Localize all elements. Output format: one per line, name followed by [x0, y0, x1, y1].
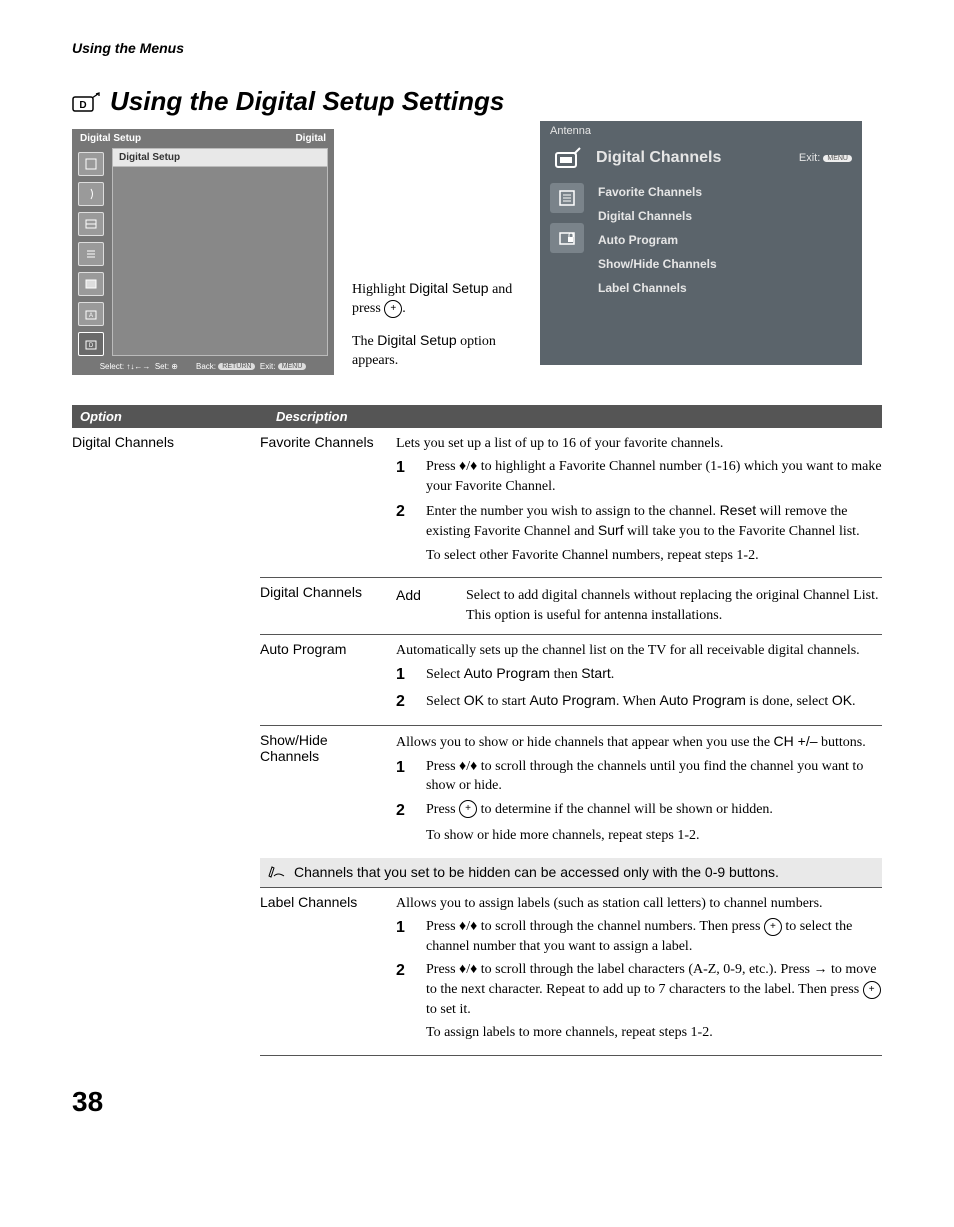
osd-nav-icon-6: A: [78, 302, 104, 326]
osd-side-lock-icon: [550, 223, 584, 253]
osd-right-exit: Exit: MENU: [799, 152, 852, 164]
osd-menu-item: Favorite Channels: [598, 185, 852, 199]
osd-menu-item: Label Channels: [598, 281, 852, 295]
osd-nav-icon-1: [78, 152, 104, 176]
osd-menu-item: Auto Program: [598, 233, 852, 247]
sub-option-label: Favorite Channels: [260, 434, 396, 570]
sub-option-label: Label Channels: [260, 894, 396, 1047]
sub-option-body: Allows you to assign labels (such as sta…: [396, 894, 882, 1047]
sub-option-label: Auto Program: [260, 641, 396, 717]
osd-antenna-panel: Antenna Digital Channels Exit: MENU Favo…: [540, 121, 862, 365]
table-header: Option Description: [72, 405, 882, 428]
sub-option-body: Add Select to add digital channels witho…: [396, 584, 882, 625]
digital-setup-title-icon: D: [72, 92, 100, 112]
page-number: 38: [72, 1086, 882, 1118]
osd-footer-back: Back: RETURN Exit: MENU: [196, 362, 306, 371]
th-description: Description: [268, 405, 882, 428]
enter-icon: [459, 800, 477, 818]
osd-left-title: Digital Setup: [80, 133, 141, 144]
option-cell: Digital Channels: [72, 428, 260, 1056]
osd-nav-icon-digital: D: [78, 332, 104, 356]
osd-menu-item: Digital Channels: [598, 209, 852, 223]
tv-antenna-icon: [550, 143, 584, 173]
note-row: Channels that you set to be hidden can b…: [260, 858, 882, 888]
pencil-note-icon: [268, 864, 286, 881]
osd-selected-row: Digital Setup: [113, 149, 327, 167]
svg-text:D: D: [79, 100, 86, 111]
page-title: Using the Digital Setup Settings: [110, 86, 504, 117]
enter-icon: [863, 981, 881, 999]
osd-left-subtitle: Digital: [295, 133, 326, 144]
osd-nav-icon-5: [78, 272, 104, 296]
sub-option-body: Allows you to show or hide channels that…: [396, 732, 882, 850]
osd-footer-select: Select: ↑↓←→ Set: ⊕: [100, 362, 178, 371]
enter-icon: [764, 918, 782, 936]
sub-option-label: Show/Hide Channels: [260, 732, 396, 850]
svg-text:A: A: [89, 313, 93, 319]
osd-nav-icon-3: [78, 212, 104, 236]
osd-right-title: Digital Channels: [596, 149, 787, 167]
page-title-row: D Using the Digital Setup Settings: [72, 86, 882, 117]
sub-option-body: Lets you set up a list of up to 16 of yo…: [396, 434, 882, 570]
osd-nav-icon-4: [78, 242, 104, 266]
sub-option-label: Digital Channels: [260, 584, 396, 625]
osd-antenna-label: Antenna: [550, 125, 591, 137]
instruction-text: Highlight Digital Setup and press . The …: [352, 129, 522, 383]
osd-side-list-icon: [550, 183, 584, 213]
osd-digital-setup-panel: Digital Setup Digital A D Digital Setup …: [72, 129, 334, 375]
svg-text:D: D: [89, 343, 94, 349]
th-option: Option: [72, 405, 268, 428]
sub-option-body: Automatically sets up the channel list o…: [396, 641, 882, 717]
enter-icon: [384, 300, 402, 318]
osd-menu-item: Show/Hide Channels: [598, 257, 852, 271]
breadcrumb: Using the Menus: [72, 40, 882, 56]
osd-nav-icon-2: [78, 182, 104, 206]
